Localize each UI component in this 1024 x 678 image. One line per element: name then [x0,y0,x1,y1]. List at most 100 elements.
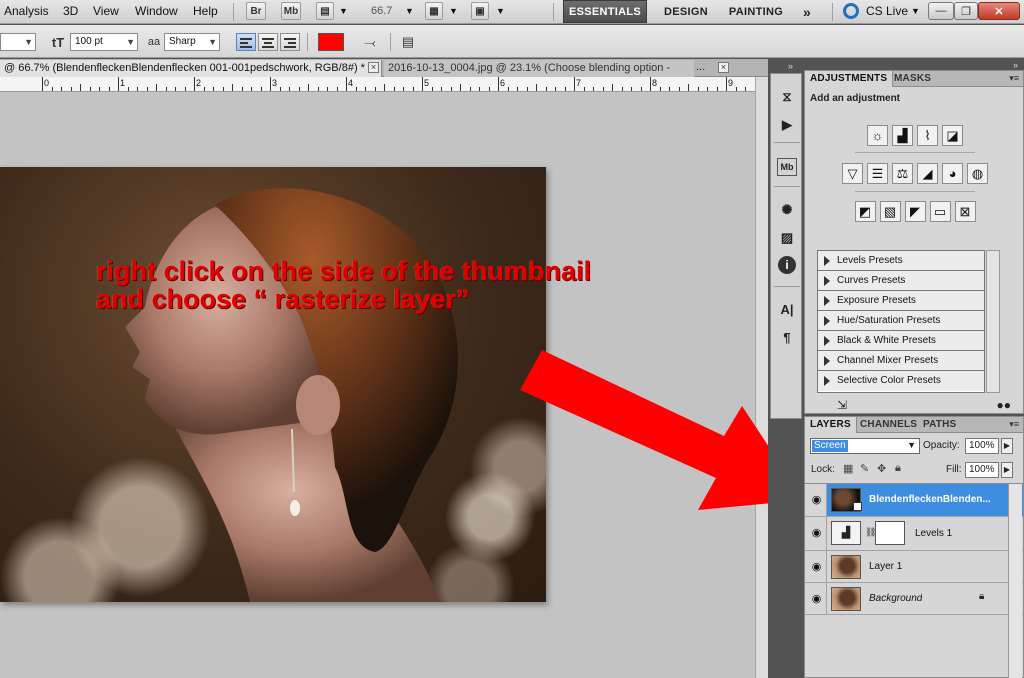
screen-mode-icon[interactable]: ▣ [471,2,489,20]
layer-name[interactable]: BlendenfleckenBlenden... [869,494,1019,505]
font-size-field[interactable]: 100 pt ▼ [70,33,138,51]
paragraph-icon[interactable]: ¶ [776,326,798,348]
history-icon[interactable]: ⧖ [776,86,798,108]
menu-window[interactable]: Window [135,4,178,18]
tab-channels[interactable]: CHANNELS [855,417,922,433]
collapse-icon[interactable]: » [788,61,793,71]
selective-color-icon[interactable]: ⊠ [954,201,976,222]
workspace-design[interactable]: DESIGN [654,0,718,23]
close-tab-icon[interactable]: × [368,62,379,73]
chevron-down-icon[interactable]: ▼ [405,6,414,16]
clip-options-icon[interactable]: ●● [997,398,1012,412]
panel-menu-icon[interactable]: ▾≡ [1009,419,1019,430]
mini-bridge-icon[interactable]: Mb [777,158,797,176]
layer-row-blendenflecken[interactable]: ◉ BlendenfleckenBlenden... [805,484,1023,517]
preset-exposure[interactable]: Exposure Presets [818,291,984,311]
chevron-down-icon[interactable]: ▼ [339,6,348,16]
vibrance-icon[interactable]: ▽ [842,163,863,184]
photo-portrait[interactable] [0,167,546,602]
chevron-down-icon[interactable]: ▼ [449,6,458,16]
tab-layers[interactable]: LAYERS [805,417,857,433]
layer-mask-thumbnail[interactable] [875,521,905,545]
cs-live-label[interactable]: CS Live [866,4,908,18]
tab-masks[interactable]: MASKS [889,71,936,87]
character-icon[interactable]: A| [776,298,798,320]
eye-icon[interactable]: ◉ [809,592,824,605]
opacity-field[interactable]: 100% [965,438,999,454]
exposure-icon[interactable]: ◪ [942,125,963,146]
eye-icon[interactable]: ◉ [809,560,824,573]
presets-scrollbar[interactable] [986,250,1000,393]
align-right-button[interactable] [280,33,300,51]
workspace-painting[interactable]: PAINTING [722,0,790,23]
chevron-down-icon[interactable]: ▼ [911,6,920,16]
minimize-icon[interactable]: — [928,2,954,20]
chevron-down-icon[interactable]: ▼ [496,6,505,16]
text-color-swatch[interactable] [318,33,344,51]
preset-channel-mixer[interactable]: Channel Mixer Presets [818,351,984,371]
blend-mode-dropdown[interactable]: Screen ▼ [810,438,920,454]
warp-text-icon[interactable]: ⤙ [360,33,380,51]
gradient-map-icon[interactable]: ▭ [929,201,951,222]
color-balance-icon[interactable]: ⚖ [892,163,913,184]
menu-help[interactable]: Help [193,4,218,18]
brightness-contrast-icon[interactable]: ☼ [867,125,888,146]
levels-icon[interactable]: ▟ [892,125,913,146]
hue-saturation-icon[interactable]: ☰ [867,163,888,184]
more-workspaces-icon[interactable]: » [796,0,818,23]
invert-icon[interactable]: ◩ [854,201,876,222]
layer-row-layer-1[interactable]: ◉ Layer 1 [805,551,1023,583]
levels-adjustment-icon[interactable]: ▟ [831,521,861,545]
navigator-icon[interactable]: ✺ [776,199,798,221]
mini-bridge-button[interactable]: Mb [281,2,301,20]
collapse-icon[interactable]: » [1013,60,1018,70]
eye-icon[interactable]: ◉ [809,493,824,506]
tab-inactive-document[interactable]: 2016-10-13_0004.jpg @ 23.1% (Choose blen… [384,60,694,77]
character-panel-icon[interactable]: ▤ [398,33,418,51]
channel-mixer-icon[interactable]: ◍ [967,163,988,184]
lock-position-icon[interactable]: ✥ [877,462,886,475]
menu-3d[interactable]: 3D [63,4,78,18]
chevron-down-icon[interactable]: ▼ [126,34,135,50]
layer-thumbnail[interactable] [831,587,861,611]
lock-all-icon[interactable]: 🔒︎ [895,462,901,475]
preset-levels[interactable]: Levels Presets [818,251,984,271]
align-center-button[interactable] [258,33,278,51]
close-window-icon[interactable]: ✕ [978,2,1020,20]
layer-row-levels[interactable]: ◉ ▟ ⛓ Levels 1 [805,517,1023,551]
antialias-dropdown[interactable]: Sharp ▼ [164,33,220,51]
bridge-button[interactable]: Br [246,2,266,20]
workspace-essentials[interactable]: ESSENTIALS [563,0,647,23]
eye-icon[interactable]: ◉ [809,526,824,539]
horizontal-ruler[interactable]: 012345678910 [0,77,755,92]
lock-image-icon[interactable]: ✎ [860,462,869,475]
layer-thumbnail[interactable] [831,555,861,579]
fill-field[interactable]: 100% [965,462,999,478]
preset-black-white[interactable]: Black & White Presets [818,331,984,351]
font-family-dropdown[interactable]: ▼ [0,33,36,51]
photo-filter-icon[interactable]: ◕ [942,163,963,184]
preset-curves[interactable]: Curves Presets [818,271,984,291]
arrange-documents-icon[interactable]: ▦ [425,2,443,20]
layer-name[interactable]: Background [869,593,922,604]
preset-hue-saturation[interactable]: Hue/Saturation Presets [818,311,984,331]
threshold-icon[interactable]: ◤ [904,201,926,222]
lock-transparent-icon[interactable]: ▦ [843,462,853,475]
preset-selective-color[interactable]: Selective Color Presets [818,371,984,391]
align-left-button[interactable] [236,33,256,51]
posterize-icon[interactable]: ▧ [879,201,901,222]
film-strip-icon[interactable]: ▤ [316,2,334,20]
info-icon[interactable]: i [778,256,796,274]
tab-adjustments[interactable]: ADJUSTMENTS [805,71,894,87]
black-white-icon[interactable]: ◢ [917,163,938,184]
actions-icon[interactable]: ▶ [776,114,798,136]
fill-slider-arrow-icon[interactable]: ▶ [1001,462,1013,478]
tab-active-document[interactable]: @ 66.7% (BlendenfleckenBlendenflecken 00… [0,60,382,77]
histogram-icon[interactable]: ▨ [776,227,798,249]
tab-paths[interactable]: PATHS [918,417,961,433]
zoom-value[interactable]: 66.7 [371,5,392,17]
restore-icon[interactable]: ❐ [954,2,978,20]
menu-analysis[interactable]: Analysis [4,4,49,18]
layer-row-background[interactable]: ◉ Background 🔒︎ [805,583,1023,615]
opacity-slider-arrow-icon[interactable]: ▶ [1001,438,1013,454]
